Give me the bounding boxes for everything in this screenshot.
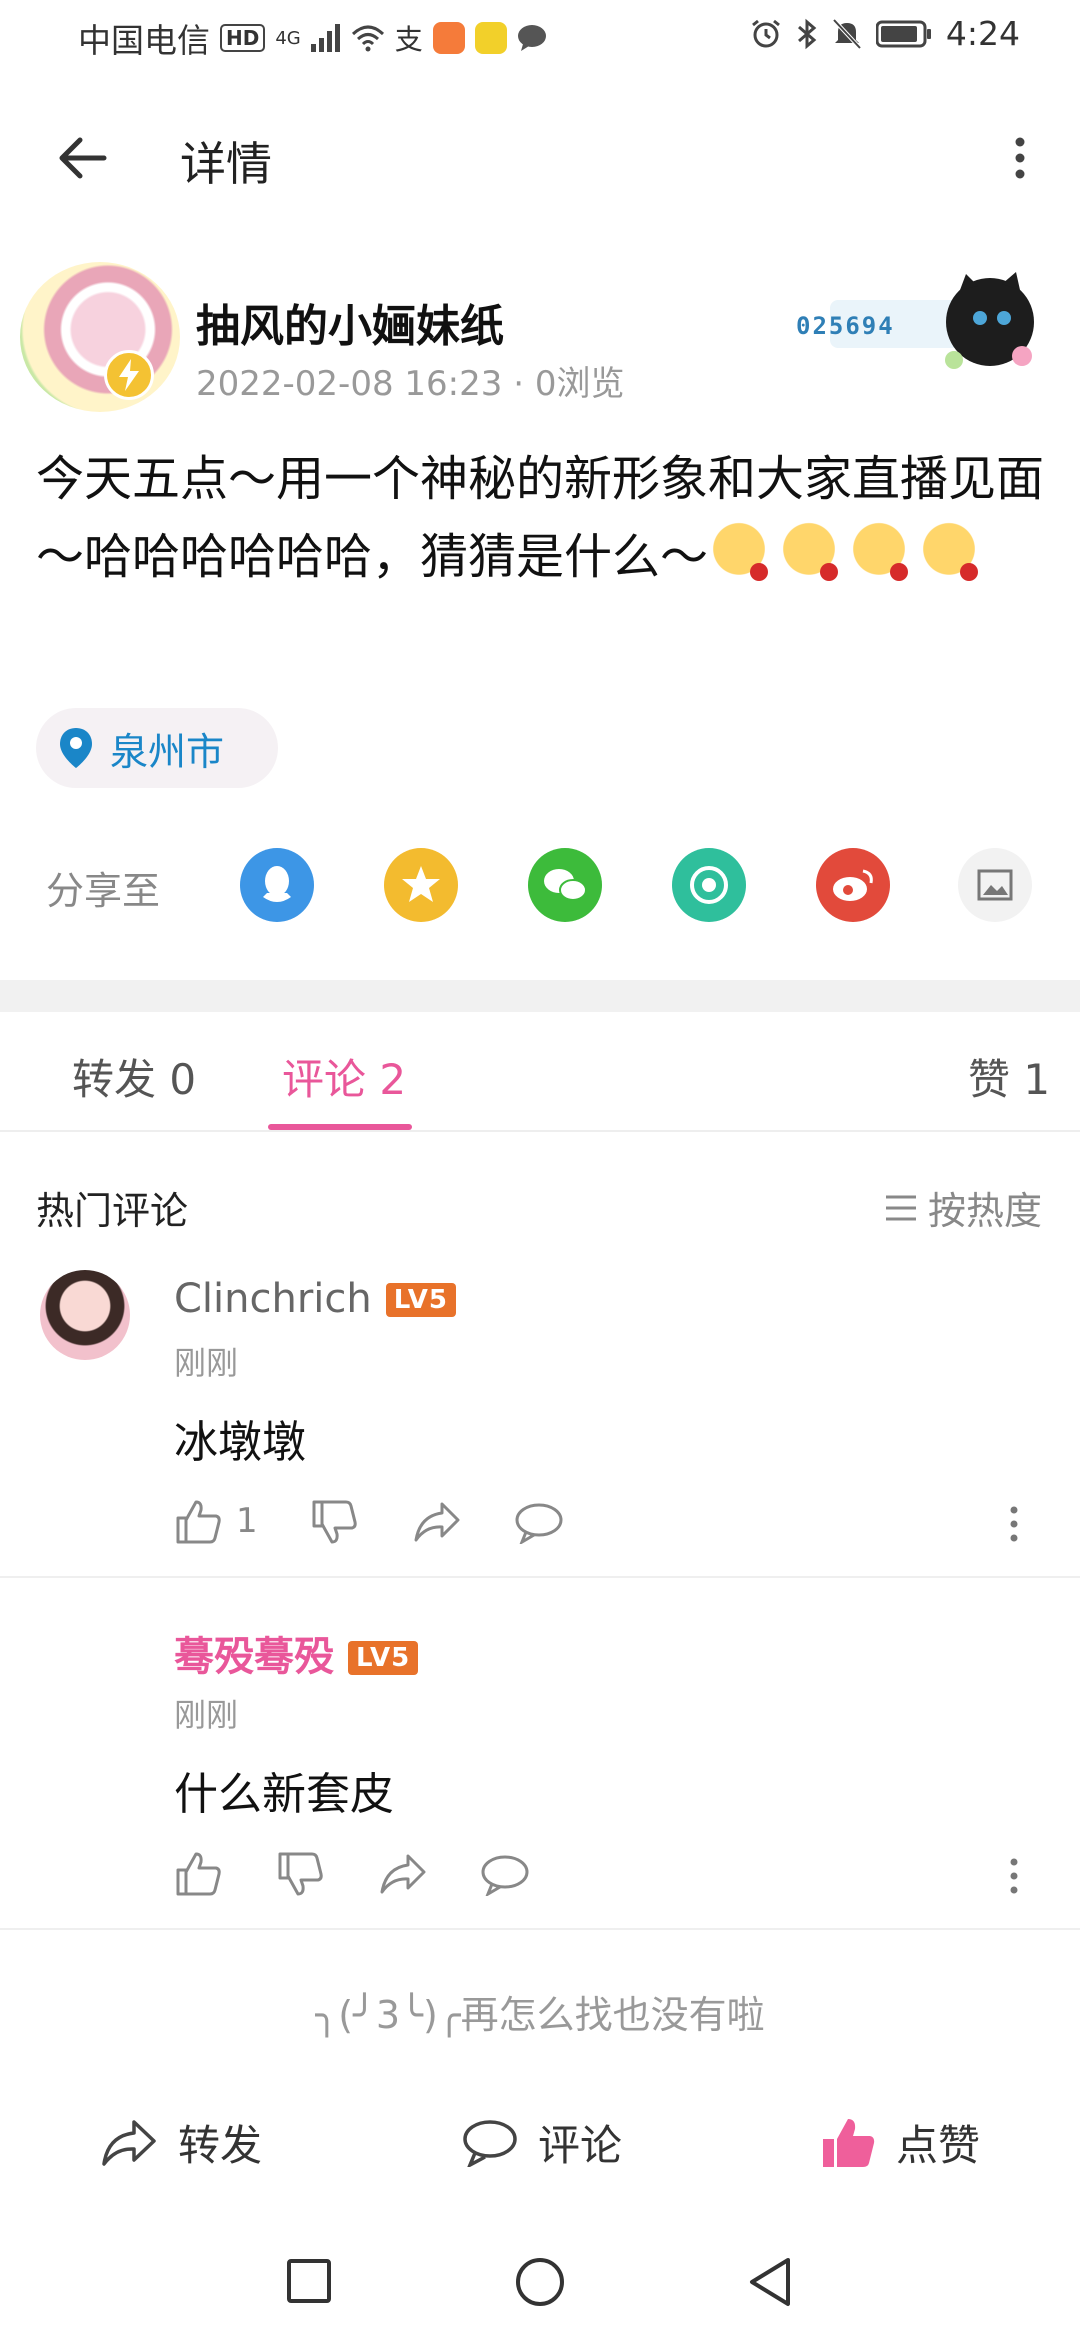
status-bar: 中国电信 HD 4G 支 4:24 [0, 0, 1080, 72]
list-icon [884, 1194, 918, 1222]
share-label: 分享至 [46, 869, 161, 913]
section-gap [0, 980, 1080, 1012]
page-title: 详情 [180, 137, 272, 191]
comment-time: 刚刚 [174, 1344, 239, 1382]
reply-comment-button[interactable] [514, 1502, 564, 1544]
back-button[interactable] [52, 128, 112, 188]
end-of-comments-message: ╮(╯3╰)╭再怎么找也没有啦 [315, 1993, 765, 2037]
share-comment-button[interactable] [412, 1500, 462, 1544]
sort-button[interactable]: 按热度 [884, 1180, 1042, 1235]
commenter-name[interactable]: 蓦殁蓦殁 LV5 [174, 1624, 419, 1682]
bluetooth-icon [796, 18, 818, 50]
commenter-name-text: 蓦殁蓦殁 [174, 1634, 334, 1680]
home-button[interactable] [514, 2256, 566, 2308]
lightning-badge-icon [104, 350, 154, 400]
doge-rose-emoji-icon [778, 521, 841, 583]
message-icon [517, 24, 547, 52]
meta-separator: · [513, 364, 535, 404]
battery-icon [875, 20, 932, 48]
comment-more-button[interactable] [1004, 1854, 1024, 1898]
qq-icon[interactable] [240, 848, 314, 922]
status-right: 4:24 [750, 14, 1020, 53]
tab-repost[interactable]: 转发 0 [72, 1046, 196, 1107]
hot-comments-title: 热门评论 [36, 1189, 189, 1233]
moments-icon[interactable] [672, 848, 746, 922]
system-back-button[interactable] [746, 2256, 794, 2308]
post-meta: 2022-02-08 16:23 · 0浏览 [196, 356, 624, 405]
hd-badge: HD [220, 24, 266, 52]
alipay-icon: 支 [394, 23, 423, 56]
post-datetime: 2022-02-08 16:23 [196, 364, 503, 404]
comment-divider [0, 1928, 1080, 1930]
like-label: 点赞 [896, 2121, 981, 2170]
mute-icon [832, 18, 862, 50]
thumbs-up-icon [174, 1498, 222, 1544]
share-arrow-icon [100, 2118, 158, 2168]
clock-time: 4:24 [945, 14, 1020, 53]
commenter-name[interactable]: Clinchrich LV5 [174, 1276, 456, 1322]
tab-comments[interactable]: 评论 2 [282, 1046, 406, 1107]
network-label: 4G [275, 27, 301, 49]
comment-more-button[interactable] [1004, 1502, 1024, 1546]
gallery-icon[interactable] [958, 848, 1032, 922]
like-count: 1 [236, 1501, 258, 1541]
doge-rose-emoji-icon [708, 521, 771, 583]
dislike-comment-button[interactable] [310, 1500, 358, 1546]
alarm-icon [750, 18, 782, 50]
level-badge: LV5 [348, 1641, 419, 1675]
tab-likes[interactable]: 赞 1 [968, 1046, 1050, 1107]
more-options-button[interactable] [1000, 128, 1040, 188]
comment-label: 评论 [538, 2121, 623, 2170]
repost-label: 转发 [178, 2121, 263, 2170]
level-badge: LV5 [385, 1283, 456, 1317]
like-comment-button[interactable] [174, 1850, 222, 1896]
comment-time: 刚刚 [174, 1696, 239, 1734]
medal-number: 025694 [796, 312, 895, 340]
doge-rose-emoji-icon [848, 521, 911, 583]
comment-text: 什么新套皮 [174, 1769, 394, 1820]
system-navigation-bar [0, 2226, 1080, 2340]
game-app-icon [474, 22, 507, 54]
comment-text: 冰墩墩 [174, 1417, 306, 1468]
qzone-icon[interactable] [384, 848, 458, 922]
carrier-label: 中国电信 [78, 21, 210, 60]
location-label: 泉州市 [110, 729, 225, 774]
like-comment-button[interactable]: 1 [174, 1498, 258, 1544]
dislike-comment-button[interactable] [276, 1852, 324, 1898]
author-avatar[interactable] [20, 262, 180, 412]
location-pin-icon [58, 726, 94, 770]
signal-icon [310, 24, 341, 52]
author-name[interactable]: 抽风的小婳妹纸 [196, 290, 504, 354]
post-content: 今天五点～用一个神秘的新形象和大家直播见面～哈哈哈哈哈哈，猜猜是什么～ [36, 440, 1046, 596]
health-app-icon [432, 22, 465, 54]
recent-apps-button[interactable] [286, 2258, 332, 2304]
tab-divider [0, 1130, 1080, 1132]
location-chip[interactable]: 泉州市 [36, 708, 278, 788]
comment-bubble-icon [462, 2119, 518, 2167]
status-left: 中国电信 HD 4G 支 [78, 14, 547, 62]
post-views: 0浏览 [534, 364, 625, 404]
doge-rose-emoji-icon [918, 521, 981, 583]
comment-button[interactable]: 评论 [462, 2112, 622, 2173]
thumbs-up-filled-icon [820, 2117, 876, 2169]
thumbs-up-icon [174, 1850, 222, 1896]
weibo-icon[interactable] [816, 848, 890, 922]
share-comment-button[interactable] [378, 1852, 428, 1896]
sort-label: 按热度 [927, 1189, 1042, 1233]
commenter-avatar[interactable] [40, 1270, 130, 1360]
wechat-icon[interactable] [528, 848, 602, 922]
wifi-icon [351, 24, 385, 52]
reply-comment-button[interactable] [480, 1854, 530, 1896]
commenter-name-text: Clinchrich [174, 1276, 372, 1322]
repost-button[interactable]: 转发 [100, 2112, 262, 2173]
like-button[interactable]: 点赞 [820, 2112, 980, 2173]
comment-divider [0, 1576, 1080, 1578]
